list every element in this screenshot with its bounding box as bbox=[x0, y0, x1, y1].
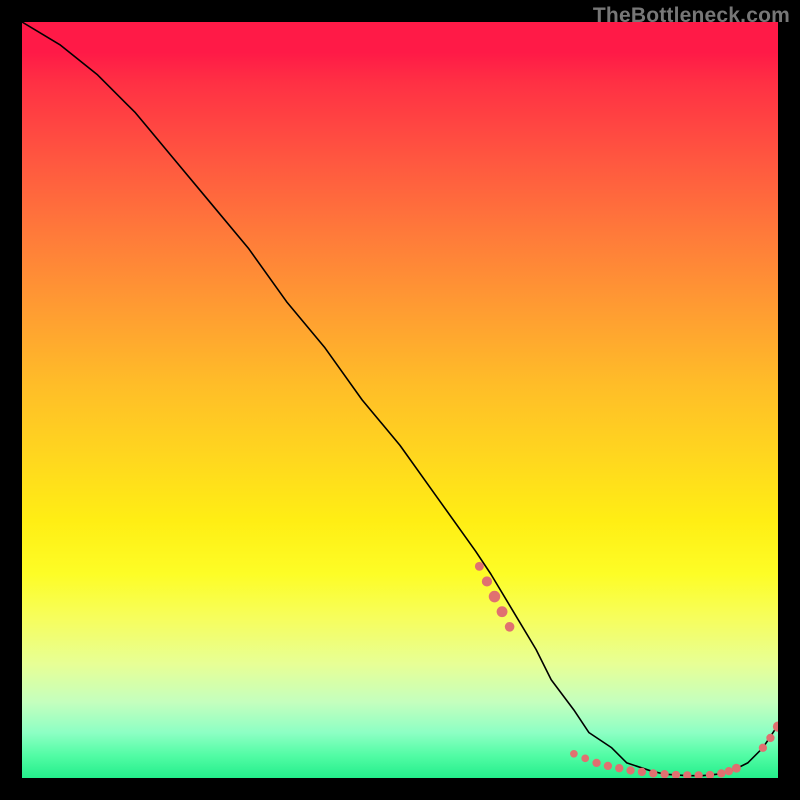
data-point bbox=[672, 771, 680, 778]
data-point bbox=[505, 622, 515, 632]
data-point bbox=[475, 562, 484, 571]
data-point bbox=[766, 734, 774, 742]
data-point bbox=[660, 770, 668, 778]
data-point bbox=[638, 768, 646, 776]
chart-svg bbox=[22, 22, 778, 778]
data-point bbox=[706, 771, 714, 778]
plot-area bbox=[22, 22, 778, 778]
data-point bbox=[732, 764, 741, 773]
data-point bbox=[725, 767, 733, 775]
data-point bbox=[581, 755, 589, 763]
data-point bbox=[694, 771, 702, 778]
data-point bbox=[497, 606, 508, 617]
data-point bbox=[626, 766, 634, 774]
chart-stage: TheBottleneck.com bbox=[0, 0, 800, 800]
data-point bbox=[759, 744, 767, 752]
data-point bbox=[592, 759, 600, 767]
data-point bbox=[489, 591, 501, 603]
data-point bbox=[649, 769, 657, 777]
data-point bbox=[615, 764, 623, 772]
data-point bbox=[604, 762, 612, 770]
data-points bbox=[475, 562, 778, 778]
data-point bbox=[570, 750, 578, 758]
data-point bbox=[482, 576, 492, 586]
data-point bbox=[717, 769, 725, 777]
watermark-label: TheBottleneck.com bbox=[593, 4, 790, 28]
bottleneck-curve bbox=[22, 22, 778, 776]
data-point bbox=[683, 771, 691, 778]
